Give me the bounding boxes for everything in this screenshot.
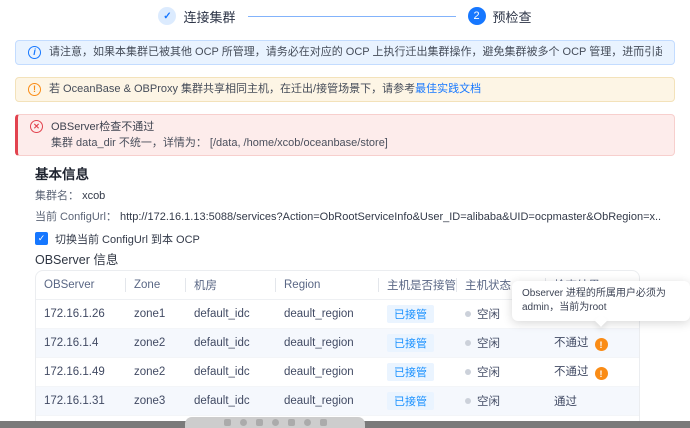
info-alert: i 请注意，如果本集群已被其他 OCP 所管理，请务必在对应的 OCP 上执行迁… (15, 40, 675, 65)
cell-host-status: 空闲 (477, 367, 500, 379)
toolbar-icon[interactable] (288, 419, 295, 426)
status-dot-icon (465, 340, 471, 346)
toolbar-icon[interactable] (256, 419, 263, 426)
cluster-name-label: 集群名： (35, 190, 79, 202)
toolbar-icon[interactable] (272, 419, 279, 426)
status-dot-icon (465, 369, 471, 375)
steps-connector (248, 16, 456, 17)
takeover-tag: 已接管 (387, 363, 434, 381)
check-fail-warning-icon[interactable]: ! (595, 338, 608, 351)
col-zone: Zone (126, 271, 186, 299)
cell-zone: zone2 (126, 357, 186, 386)
cluster-name-value: xcob (82, 190, 105, 202)
steps-bar: ✓ 连接集群 2 预检查 (0, 0, 690, 26)
status-dot-icon (465, 311, 471, 317)
toolbar-icon[interactable] (304, 419, 311, 426)
observer-info-title: OBServer 信息 (35, 252, 655, 268)
info-alert-text: 请注意，如果本集群已被其他 OCP 所管理，请务必在对应的 OCP 上执行迁出集… (49, 45, 662, 60)
cell-check-result: 通过 (554, 396, 577, 408)
takeover-tag: 已接管 (387, 334, 434, 352)
cell-ip: 172.16.1.4 (36, 328, 126, 357)
warning-alert: ! 若 OceanBase & OBProxy 集群共享相同主机，在迁出/接管场… (15, 77, 675, 102)
cell-ip: 172.16.1.26 (36, 299, 126, 328)
check-fail-warning-icon[interactable]: ! (595, 367, 608, 380)
error-alert-body: OBServer检查不通过 集群 data_dir 不统一，详情为： [/dat… (51, 119, 388, 151)
cell-check-result: 不通过 (554, 337, 589, 349)
switch-configurl-checkbox[interactable]: ✓ (35, 232, 48, 245)
cell-idc: default_idc (186, 357, 276, 386)
cell-idc: default_idc (186, 386, 276, 415)
col-host-takeover: 主机是否接管 (379, 271, 457, 299)
error-alert-detail: 集群 data_dir 不统一，详情为： [/data, /home/xcob/… (51, 135, 388, 151)
switch-configurl-label: 切换当前 ConfigUrl 到本 OCP (55, 231, 200, 247)
table-row: 172.16.1.49 zone2 default_idc deault_reg… (36, 357, 640, 386)
status-dot-icon (465, 398, 471, 404)
check-result-tooltip: Observer 进程的所属用户必须为admin，当前为root (512, 281, 690, 321)
cell-check-result: 不通过 (554, 366, 589, 378)
cluster-name-row: 集群名： xcob (35, 189, 655, 204)
config-url-value: http://172.16.1.13:5088/services?Action=… (120, 211, 661, 223)
tooltip-text: Observer 进程的所属用户必须为admin，当前为root (522, 288, 666, 313)
step-connect-cluster-label: 连接集群 (183, 7, 235, 26)
warning-icon: ! (28, 83, 41, 96)
config-url-row: 当前 ConfigUrl： http://172.16.1.13:5088/se… (35, 210, 655, 225)
step-done-check-icon: ✓ (158, 7, 176, 25)
screen-toolbar[interactable] (185, 417, 365, 428)
cell-region: deault_region (276, 386, 379, 415)
cell-ip: 172.16.1.49 (36, 357, 126, 386)
precheck-page: ✓ 连接集群 2 预检查 i 请注意，如果本集群已被其他 OCP 所管理，请务必… (0, 0, 690, 428)
step-precheck[interactable]: 2 预检查 (468, 7, 532, 26)
cell-zone: zone3 (126, 386, 186, 415)
table-row: 172.16.1.4 zone2 default_idc deault_regi… (36, 328, 640, 357)
cell-zone: zone2 (126, 328, 186, 357)
step-precheck-label: 预检查 (493, 7, 532, 26)
cell-host-status: 空闲 (477, 338, 500, 350)
cell-region: deault_region (276, 357, 379, 386)
toolbar-icon[interactable] (240, 419, 247, 426)
error-icon: ✕ (30, 120, 43, 133)
best-practice-doc-link[interactable]: 最佳实践文档 (415, 83, 481, 95)
takeover-tag: 已接管 (387, 392, 434, 410)
config-url-label: 当前 ConfigUrl： (35, 211, 117, 223)
cell-region: deault_region (276, 328, 379, 357)
takeover-tag: 已接管 (387, 305, 434, 323)
col-idc: 机房 (186, 271, 276, 299)
cell-zone: zone1 (126, 299, 186, 328)
col-region: Region (276, 271, 379, 299)
cell-ip: 172.16.1.31 (36, 386, 126, 415)
step-connect-cluster[interactable]: ✓ 连接集群 (158, 7, 235, 26)
basic-info-title: 基本信息 (35, 166, 655, 183)
error-alert: ✕ OBServer检查不通过 集群 data_dir 不统一，详情为： [/d… (15, 114, 675, 156)
table-row: 172.16.1.31 zone3 default_idc deault_reg… (36, 386, 640, 415)
cell-host-status: 空闲 (477, 309, 500, 321)
toolbar-icon[interactable] (224, 419, 231, 426)
warning-text: 若 OceanBase & OBProxy 集群共享相同主机，在迁出/接管场景下… (49, 83, 415, 95)
info-icon: i (28, 46, 41, 59)
cell-idc: default_idc (186, 299, 276, 328)
step-number-icon: 2 (468, 7, 486, 25)
switch-configurl-row: ✓ 切换当前 ConfigUrl 到本 OCP (35, 231, 655, 246)
cell-host-status: 空闲 (477, 396, 500, 408)
col-observer: OBServer (36, 271, 126, 299)
toolbar-icon[interactable] (320, 419, 327, 426)
cell-idc: default_idc (186, 328, 276, 357)
error-alert-title: OBServer检查不通过 (51, 119, 388, 135)
warning-alert-text: 若 OceanBase & OBProxy 集群共享相同主机，在迁出/接管场景下… (49, 82, 481, 97)
cell-region: deault_region (276, 299, 379, 328)
